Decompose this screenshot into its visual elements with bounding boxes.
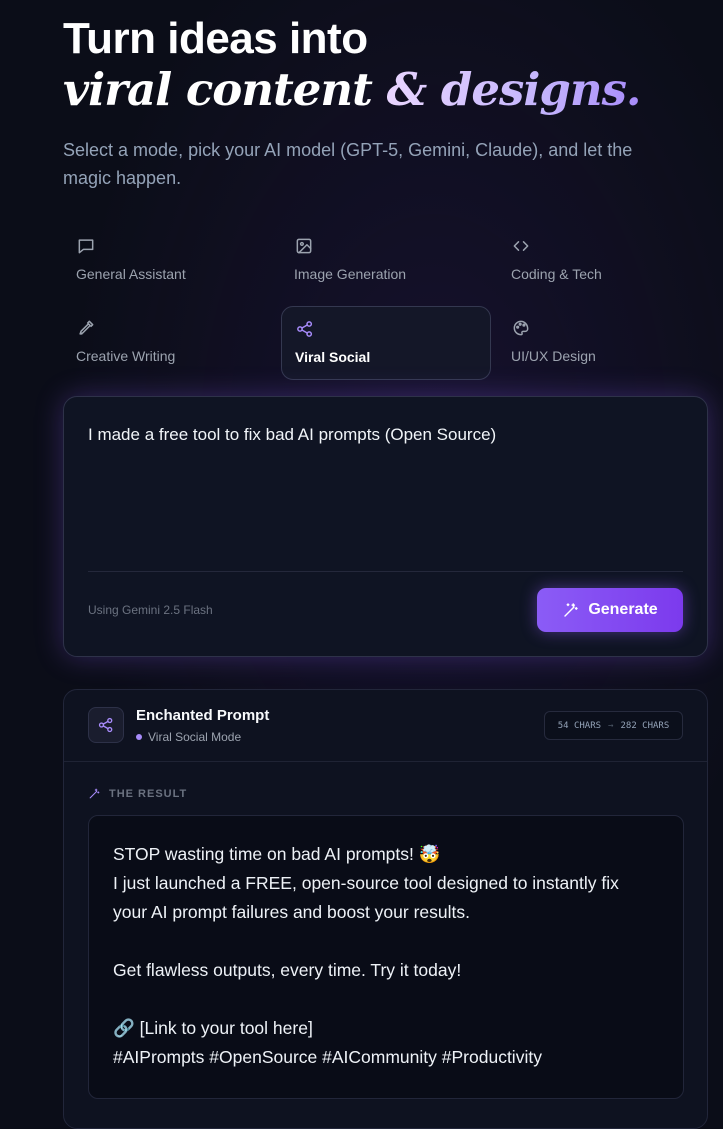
result-title: Enchanted Prompt [136, 707, 270, 724]
hero: Turn ideas into viral content & designs.… [63, 14, 703, 192]
mode-image-generation[interactable]: Image Generation [281, 224, 491, 298]
mode-creative-writing[interactable]: Creative Writing [63, 306, 273, 380]
mode-label: Coding & Tech [511, 266, 602, 282]
mode-coding-tech[interactable]: Coding & Tech [498, 224, 708, 298]
mode-label: Creative Writing [76, 348, 176, 364]
prompt-textarea[interactable]: I made a free tool to fix bad AI prompts… [88, 425, 496, 445]
result-mode-text: Viral Social Mode [148, 730, 242, 744]
char-count-badge: 54 CHARS → 282 CHARS [544, 711, 683, 740]
mode-label: Image Generation [294, 266, 407, 282]
arrow-icon: → [608, 720, 614, 731]
result-line: 🔗 [Link to your tool here] [113, 1018, 313, 1038]
result-line: #AIPrompts #OpenSource #AICommunity #Pro… [113, 1047, 542, 1067]
result-mode-icon-box [88, 707, 124, 743]
result-section-label: THE RESULT [88, 787, 187, 800]
result-line: STOP wasting time on bad AI prompts! 🤯 [113, 844, 441, 864]
hero-title-emphasis: viral content [63, 63, 373, 116]
mode-dot [136, 734, 142, 740]
hero-subtitle: Select a mode, pick your AI model (GPT-5… [63, 140, 633, 188]
share-icon [297, 321, 313, 337]
hero-title-line2: viral content & designs. [63, 64, 703, 116]
result-header: Enchanted Prompt Viral Social Mode 54 CH… [64, 690, 707, 762]
mode-viral-social[interactable]: Viral Social [281, 306, 491, 380]
mode-uiux-design[interactable]: UI/UX Design [498, 306, 708, 380]
divider [88, 571, 683, 572]
result-mode-label: Viral Social Mode [136, 730, 241, 744]
model-note: Using Gemini 2.5 Flash [88, 603, 213, 617]
mode-label: General Assistant [76, 266, 186, 282]
result-output[interactable]: STOP wasting time on bad AI prompts! 🤯 I… [88, 815, 684, 1099]
result-line: I just launched a FREE, open-source tool… [113, 873, 619, 893]
result-line: Get flawless outputs, every time. Try it… [113, 960, 462, 980]
hero-title-accent: & designs. [386, 63, 642, 116]
result-card: Enchanted Prompt Viral Social Mode 54 CH… [63, 689, 708, 1129]
mode-general-assistant[interactable]: General Assistant [63, 224, 273, 298]
chars-before: 54 CHARS [557, 720, 602, 731]
code-icon [513, 241, 529, 251]
chat-icon [78, 239, 94, 254]
result-line: your AI prompt failures and boost your r… [113, 902, 470, 922]
magic-wand-icon [564, 603, 579, 617]
generate-button[interactable]: Generate [537, 588, 683, 632]
pen-icon [79, 320, 94, 335]
hero-title-line1: Turn ideas into [63, 14, 368, 63]
mode-label: Viral Social [295, 349, 371, 365]
mode-selector: General Assistant Image Generation Codin… [63, 224, 708, 384]
share-icon [98, 717, 113, 733]
mode-label: UI/UX Design [511, 348, 596, 364]
result-section-text: THE RESULT [109, 787, 188, 800]
chars-after: 282 CHARS [620, 720, 670, 731]
palette-icon [513, 320, 529, 336]
generate-button-label: Generate [588, 601, 658, 618]
image-icon [296, 238, 312, 254]
magic-wand-icon [89, 788, 100, 799]
prompt-input-card: I made a free tool to fix bad AI prompts… [63, 396, 708, 657]
